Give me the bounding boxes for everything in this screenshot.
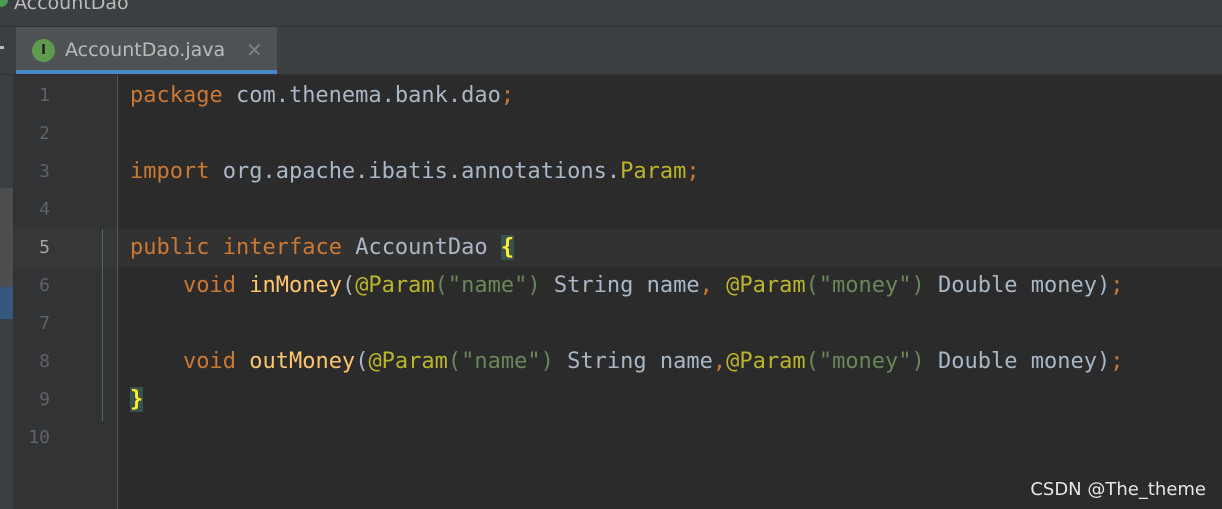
line-number: 1: [39, 85, 50, 106]
line-number: 7: [39, 313, 50, 334]
code-line-3[interactable]: import org.apache.ibatis.annotations.Par…: [130, 153, 700, 191]
breadcrumb-bar: AccountDao: [0, 0, 1222, 27]
method-name: outMoney: [249, 349, 356, 374]
interface-name: AccountDao: [341, 235, 501, 260]
annotation-argument: ("money"): [805, 273, 925, 298]
line-number: 10: [28, 427, 50, 448]
code-line-6[interactable]: void inMoney(@Param("name") String name,…: [130, 267, 1123, 305]
annotation-argument: ("money"): [805, 349, 925, 374]
code-line-9[interactable]: }: [130, 381, 144, 419]
keyword: public: [130, 235, 210, 260]
breadcrumb[interactable]: AccountDao: [14, 0, 129, 13]
import-path: org.apache.ibatis.annotations.: [209, 159, 621, 184]
line-number: 9: [39, 389, 50, 410]
paren: (: [341, 273, 356, 298]
watermark: CSDN @The_theme: [1030, 479, 1206, 500]
imported-class: Param: [620, 159, 687, 184]
tab-label: AccountDao.java: [65, 39, 226, 61]
editor-tab-bar: I AccountDao.java ✕: [0, 27, 1222, 75]
method-name: inMoney: [249, 273, 342, 298]
keyword: interface: [222, 235, 342, 260]
line-number: 3: [39, 161, 50, 182]
tool-strip-segment[interactable]: [0, 188, 13, 290]
line-number: 6: [39, 275, 50, 296]
tab-bar-scroll-indicator: [0, 46, 4, 49]
parameter: Double money): [924, 273, 1111, 298]
code-line-1[interactable]: package com.thenema.bank.dao;: [130, 77, 514, 115]
package-name: com.thenema.bank.dao: [222, 83, 501, 108]
tool-strip-selected-segment[interactable]: [0, 287, 13, 319]
comma: ,: [699, 273, 713, 298]
fold-region-guide[interactable]: [102, 229, 103, 421]
keyword: void: [182, 273, 236, 298]
semicolon: ;: [1110, 273, 1124, 298]
matched-brace: {: [500, 235, 515, 260]
code-line-5[interactable]: public interface AccountDao {: [130, 229, 515, 267]
close-icon[interactable]: ✕: [246, 38, 263, 62]
annotation-argument: ("name"): [447, 349, 554, 374]
line-number: 8: [39, 351, 50, 372]
keyword: import: [130, 159, 210, 184]
keyword: package: [130, 83, 223, 108]
paren: (: [355, 349, 369, 374]
active-tab-indicator: [16, 70, 277, 74]
interface-icon: [0, 0, 8, 7]
code-editor[interactable]: 1 2 3 4 5 6 7 8 9 10 package com.thenema…: [13, 75, 1222, 509]
annotation-argument: ("name"): [434, 273, 541, 298]
interface-icon: I: [32, 39, 55, 62]
annotation: @Param: [355, 273, 435, 298]
line-number: 4: [39, 199, 50, 220]
tab-accountdao-java[interactable]: I AccountDao.java ✕: [16, 27, 277, 74]
parameter: Double money): [924, 349, 1111, 374]
parameter: String name: [553, 349, 713, 374]
line-number-gutter[interactable]: 1 2 3 4 5 6 7 8 9 10: [13, 75, 118, 509]
left-tool-strip[interactable]: [0, 75, 13, 509]
parameter: String name: [540, 273, 700, 298]
comma: ,: [712, 349, 727, 374]
matched-brace: }: [130, 387, 144, 412]
semicolon: ;: [500, 83, 515, 108]
annotation: @Param: [368, 349, 448, 374]
code-line-8[interactable]: void outMoney(@Param("name") String name…: [130, 343, 1124, 381]
keyword: void: [182, 349, 236, 374]
annotation: @Param: [726, 349, 806, 374]
semicolon: ;: [1110, 349, 1124, 374]
line-number-active: 5: [39, 237, 50, 258]
ide-window: AccountDao I AccountDao.java ✕ 1 2 3 4 5…: [0, 0, 1222, 509]
line-number: 2: [39, 123, 50, 144]
annotation: @Param: [712, 273, 806, 298]
semicolon: ;: [686, 159, 700, 184]
